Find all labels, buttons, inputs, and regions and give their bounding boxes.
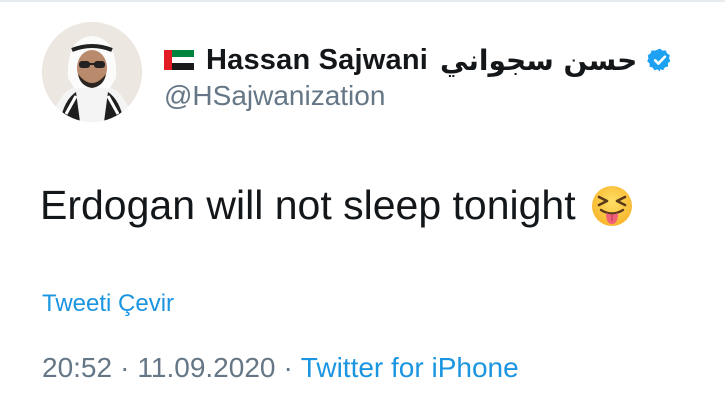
top-divider [0,0,725,2]
tweet-time[interactable]: 20:52 [42,352,112,383]
author-arabic-name[interactable]: حسن سجواني [440,44,637,77]
tweet-metadata: 20:52 · 11.09.2020 · Twitter for iPhone [42,352,519,384]
avatar-image [42,22,142,122]
tweet-date[interactable]: 11.09.2020 [137,352,275,383]
translate-tweet-link[interactable]: Tweeti Çevir [42,290,174,318]
avatar[interactable] [42,22,142,122]
tweet-body: Erdogan will not sleep tonight [40,182,634,229]
uae-flag-icon [164,50,194,70]
verified-badge-icon [647,48,671,72]
squinting-face-with-tongue-emoji [591,185,632,226]
tweet-text: Erdogan will not sleep tonight [40,182,576,228]
author-name-row: Hassan Sajwani حسن سجواني [164,40,673,80]
meta-separator: · [283,352,293,383]
meta-separator: · [120,352,130,383]
tweet-source-link[interactable]: Twitter for iPhone [301,352,519,383]
author-display-name[interactable]: Hassan Sajwani [206,44,428,77]
author-handle[interactable]: @HSajwanization [164,80,385,112]
